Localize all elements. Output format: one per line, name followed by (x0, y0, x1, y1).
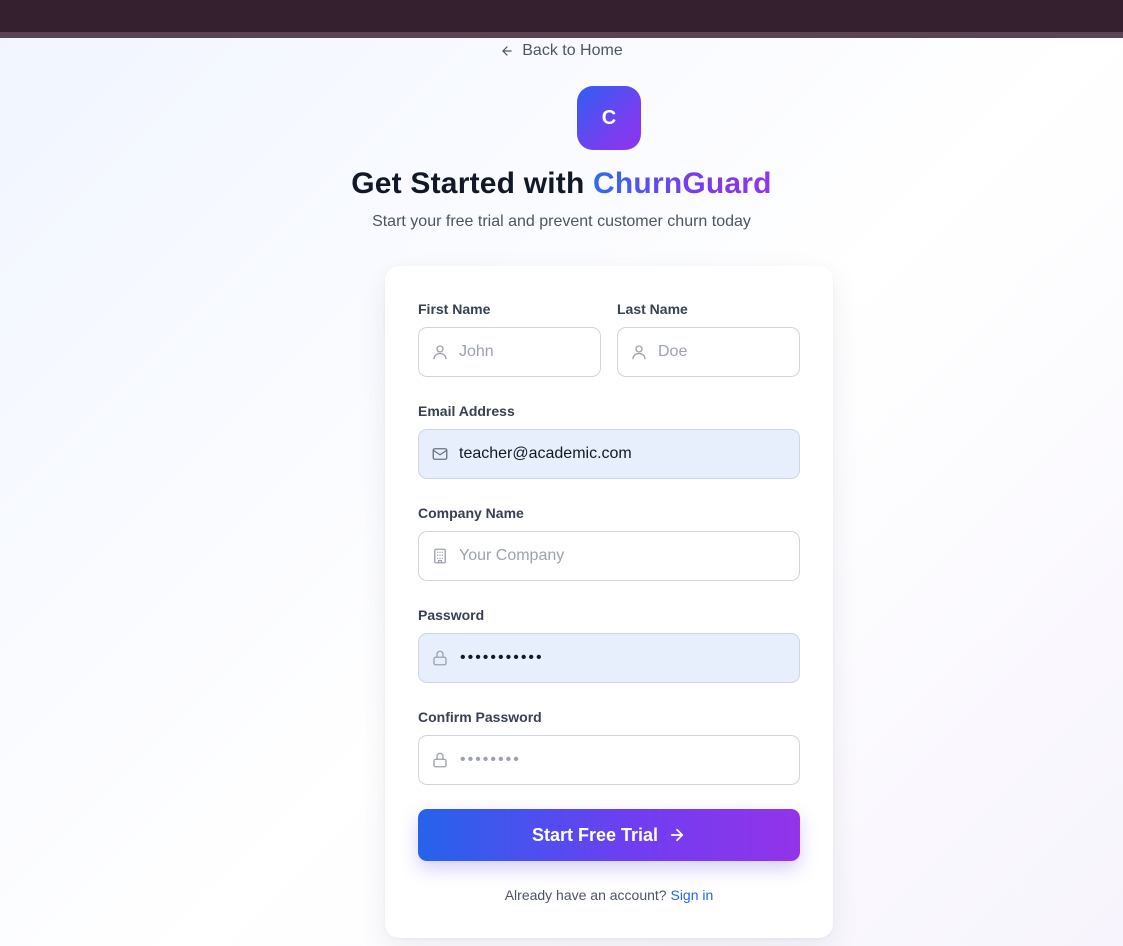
submit-label: Start Free Trial (531, 824, 659, 845)
lock-icon (433, 650, 447, 666)
user-icon (433, 345, 447, 360)
lock-icon (433, 752, 447, 768)
company-label: Company Name (418, 505, 524, 521)
browser-top-bar (0, 0, 1123, 38)
start-free-trial-button[interactable]: Start Free Trial (418, 809, 800, 861)
confirm-password-input[interactable]: •••••••• (460, 735, 521, 785)
back-link-label: Back to Home (522, 42, 623, 59)
first-name-field[interactable] (418, 327, 601, 377)
last-name-label: Last Name (617, 301, 688, 317)
last-name-field[interactable] (617, 327, 800, 377)
signin-prompt-text: Already have an account? (504, 887, 667, 903)
logo-letter: C (601, 106, 617, 129)
email-label: Email Address (418, 403, 515, 419)
last-name-input[interactable] (658, 328, 789, 376)
password-field[interactable]: ••••••••••• (418, 633, 800, 683)
page-subtitle: Start your free trial and prevent custom… (372, 213, 751, 230)
sign-in-link[interactable]: Sign in (670, 887, 713, 903)
arrow-left-icon (502, 46, 512, 56)
arrow-right-icon (670, 828, 684, 842)
first-name-label: First Name (418, 301, 491, 317)
building-icon (434, 548, 446, 564)
email-field[interactable] (418, 429, 800, 479)
first-name-input[interactable] (459, 328, 590, 376)
mail-icon (432, 448, 448, 460)
password-label: Password (418, 607, 485, 623)
confirm-password-label: Confirm Password (418, 709, 542, 725)
company-input[interactable] (459, 532, 789, 580)
back-to-home-link[interactable]: Back to Home (0, 40, 1123, 62)
brand-name: ChurnGuard (593, 167, 772, 200)
user-icon (632, 345, 646, 360)
confirm-password-field[interactable]: •••••••• (418, 735, 800, 785)
signup-card: First Name Last Name Email Address Compa… (385, 266, 833, 938)
company-field[interactable] (418, 531, 800, 581)
app-logo: C (577, 86, 641, 150)
page-title: Get Started with ChurnGuard (0, 164, 1123, 204)
title-prefix: Get Started with (351, 167, 585, 200)
password-input[interactable]: ••••••••••• (460, 633, 544, 683)
signin-prompt: Already have an account? Sign in (385, 885, 833, 905)
email-input[interactable] (459, 430, 789, 478)
